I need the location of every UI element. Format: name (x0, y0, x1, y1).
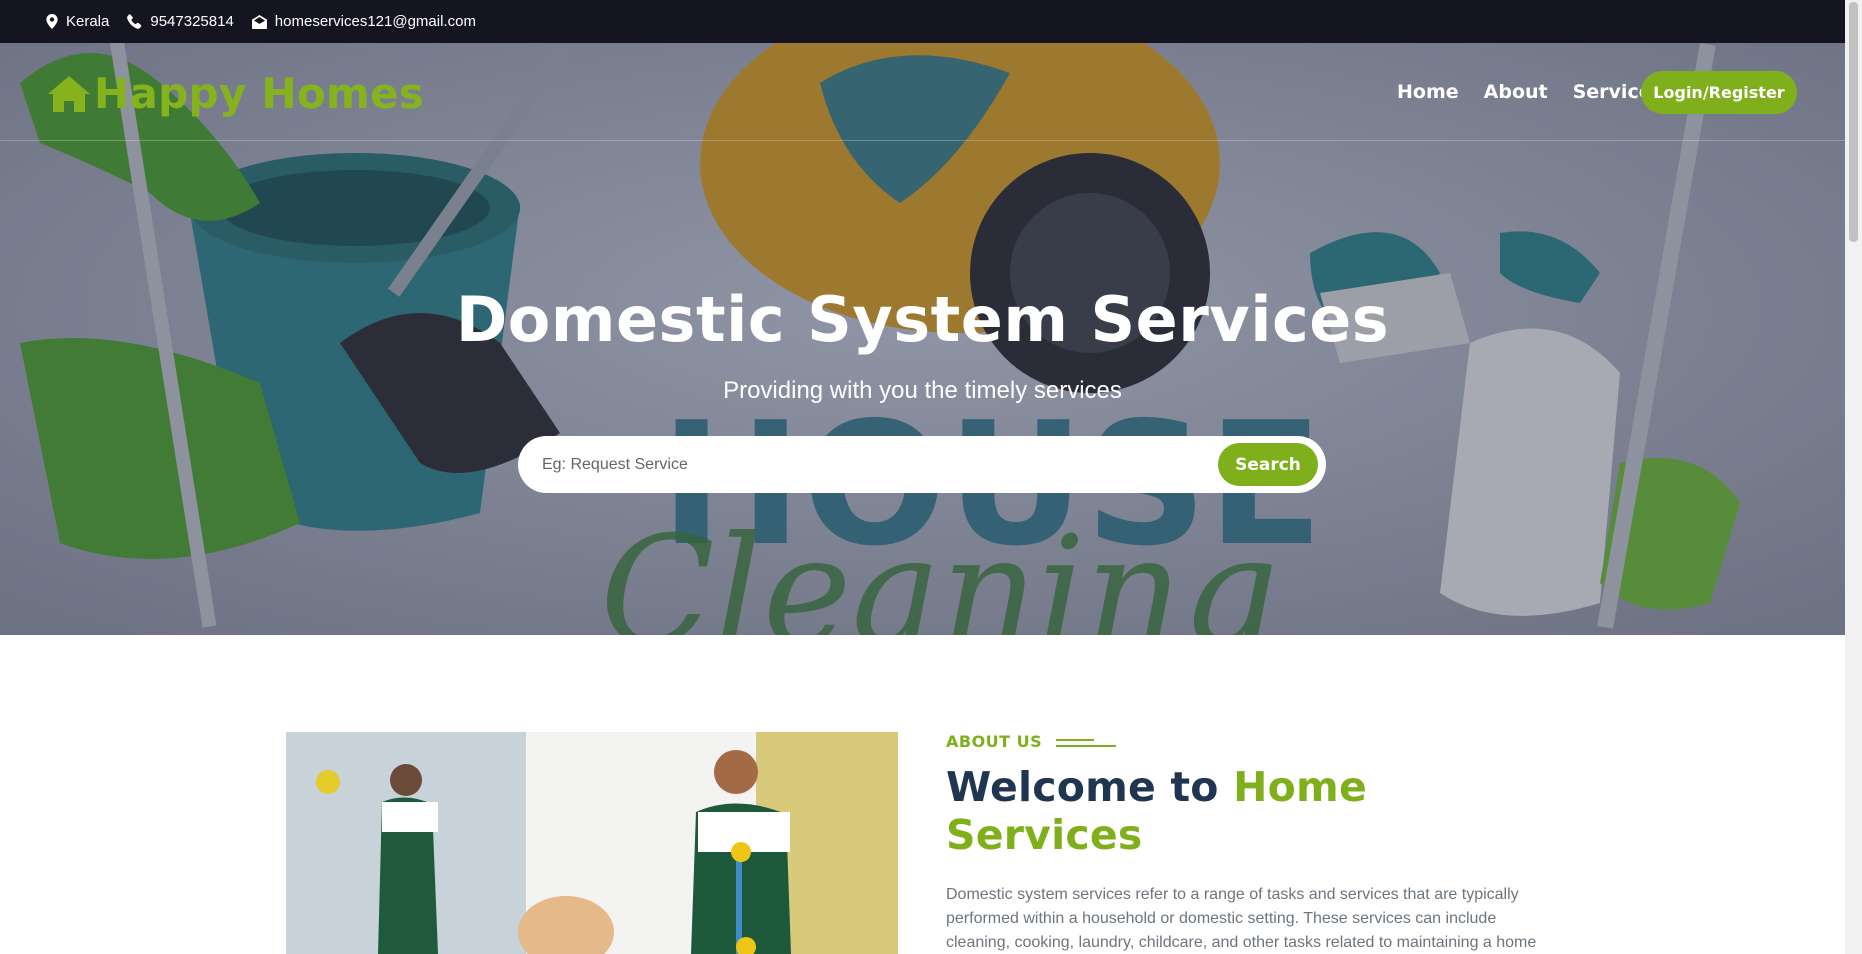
email-info: homeservices121@gmail.com (251, 13, 476, 30)
about-section: ABOUT US Welcome to Home Services Domest… (946, 732, 1566, 954)
about-photo-cleaners (286, 732, 898, 954)
phone-info: 9547325814 (127, 13, 234, 30)
service-search-input[interactable] (518, 436, 1218, 493)
phone-text: 9547325814 (150, 13, 234, 30)
email-text: homeservices121@gmail.com (274, 13, 476, 30)
about-label-text: ABOUT US (946, 732, 1043, 751)
house-icon (48, 75, 90, 112)
page-scrollbar[interactable] (1845, 0, 1862, 954)
service-search-bar: Search (518, 436, 1326, 493)
about-heading: Welcome to Home Services (946, 763, 1566, 859)
login-register-button[interactable]: Login/Register (1641, 71, 1797, 114)
nav-about[interactable]: About (1484, 81, 1548, 103)
scrollbar-thumb[interactable] (1849, 2, 1858, 242)
map-pin-icon (46, 14, 58, 29)
about-paragraph: Domestic system services refer to a rang… (946, 886, 1537, 951)
about-heading-main: Welcome to (946, 763, 1234, 811)
envelope-open-icon (251, 14, 267, 29)
top-info-bar: Kerala 9547325814 homeservices121@gmail.… (0, 0, 1845, 43)
decorative-lines (1056, 737, 1117, 747)
location-text: Kerala (66, 13, 110, 30)
about-label: ABOUT US (946, 732, 1566, 751)
nav-home[interactable]: Home (1397, 81, 1459, 103)
hero-subtitle: Providing with you the timely services (723, 377, 1122, 404)
hero-section: HOUSE Cleaning Happy Homes Home About Se… (0, 43, 1845, 635)
main-navbar: Happy Homes Home About Services Login/Re… (0, 43, 1845, 141)
search-button[interactable]: Search (1218, 443, 1318, 486)
brand-name: Happy Homes (94, 69, 425, 118)
hero-title: Domestic System Services (455, 283, 1390, 356)
phone-icon (127, 14, 142, 29)
brand-logo[interactable]: Happy Homes (46, 69, 424, 118)
location-info: Kerala (46, 13, 109, 30)
